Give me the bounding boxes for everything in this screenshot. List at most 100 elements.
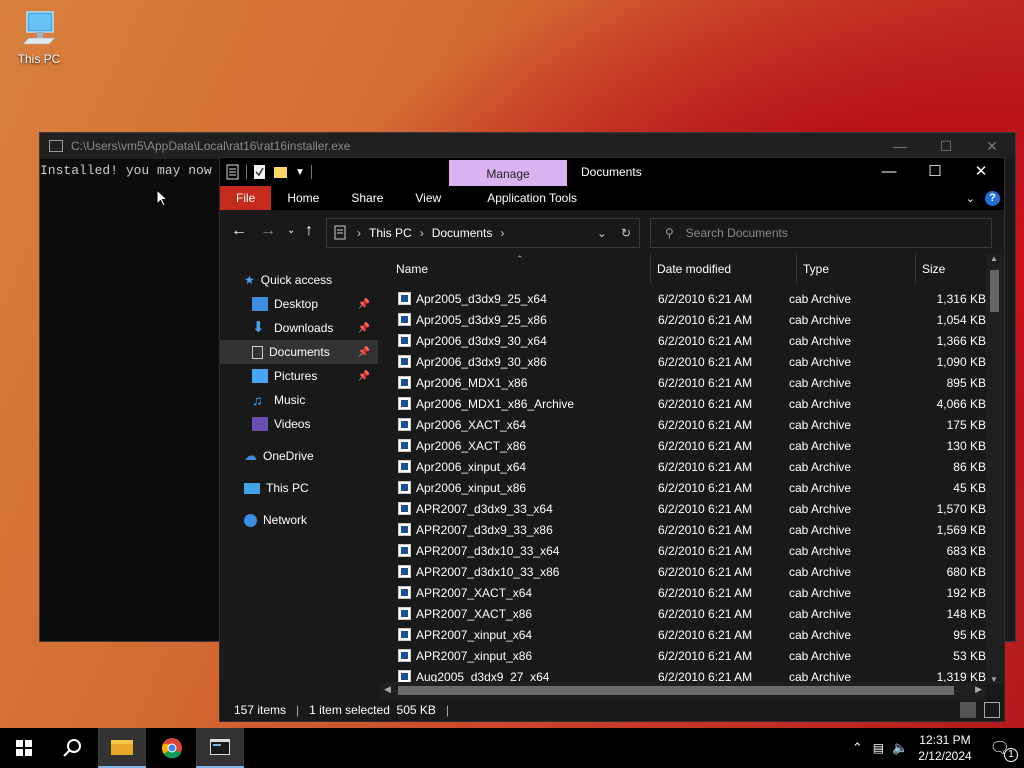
address-row: ← → ⌄ ↑ › This PC › Documents › ⌄ ↻ ⚲ Se…	[220, 210, 1004, 254]
new-folder-icon[interactable]	[273, 164, 289, 180]
cab-archive-icon	[398, 334, 411, 347]
vertical-scrollbar[interactable]: ▲ ▼	[986, 254, 1003, 684]
column-header-name[interactable]: Name ⌃	[380, 254, 651, 284]
nav-music[interactable]: ♫ Music	[220, 388, 378, 412]
nav-desktop[interactable]: Desktop 📌	[220, 292, 378, 316]
nav-downloads[interactable]: ⬇ Downloads 📌	[220, 316, 378, 340]
breadcrumb-documents[interactable]: Documents	[432, 226, 493, 240]
file-name: Apr2006_MDX1_x86	[416, 375, 528, 390]
show-hidden-icons-icon[interactable]: ⌃	[852, 740, 863, 756]
table-row[interactable]: APR2007_d3dx9_33_x64 6/2/2010 6:21 AM cab …	[380, 498, 986, 519]
column-header-type[interactable]: Type	[797, 254, 916, 284]
tab-share[interactable]: Share	[335, 186, 399, 210]
checkmark-doc-icon[interactable]	[253, 164, 267, 180]
minimize-icon[interactable]: —	[877, 138, 923, 154]
horizontal-scrollbar[interactable]: ◀ ▶	[380, 682, 986, 699]
notification-center-icon[interactable]: 🗨 1	[990, 738, 1018, 762]
nav-quick-access[interactable]: ★ Quick access	[220, 268, 378, 292]
file-type: cab Archive	[789, 501, 852, 516]
nav-onedrive[interactable]: ☁ OneDrive	[220, 444, 378, 468]
taskbar-file-explorer[interactable]	[98, 728, 146, 768]
back-arrow-icon[interactable]: ←	[231, 222, 247, 240]
console-titlebar[interactable]: C:\Users\vm5\AppData\Local\rat16\rat16in…	[40, 133, 1015, 159]
cab-archive-icon	[398, 313, 411, 326]
recent-locations-icon[interactable]: ⌄	[287, 225, 295, 236]
nav-documents[interactable]: Documents 📌	[220, 340, 378, 364]
qat-dropdown-icon[interactable]: ▼	[295, 167, 305, 178]
close-icon[interactable]: ✕	[969, 138, 1015, 155]
tab-file[interactable]: File	[220, 186, 272, 210]
table-row[interactable]: Apr2006_MDX1_x86 6/2/2010 6:21 AM cab Arch…	[380, 372, 986, 393]
taskbar-chrome[interactable]	[148, 728, 196, 768]
table-row[interactable]: Apr2005_d3dx9_25_x86 6/2/2010 6:21 AM cab …	[380, 309, 986, 330]
tab-application-tools[interactable]: Application Tools	[471, 186, 593, 210]
large-icons-view-icon[interactable]	[984, 702, 1000, 718]
table-row[interactable]: Apr2006_d3dx9_30_x64 6/2/2010 6:21 AM cab …	[380, 330, 986, 351]
nav-label: This PC	[266, 481, 309, 495]
nav-videos[interactable]: Videos	[220, 412, 378, 436]
breadcrumb-this-pc[interactable]: This PC	[369, 226, 412, 240]
column-header-size[interactable]: Size	[916, 254, 986, 284]
explorer-titlebar[interactable]: ▼ Manage Documents — ☐ ✕	[220, 158, 1004, 188]
table-row[interactable]: APR2007_d3dx9_33_x86 6/2/2010 6:21 AM cab …	[380, 519, 986, 540]
desktop-icon-this-pc[interactable]: This PC	[12, 8, 66, 66]
explorer-window[interactable]: ▼ Manage Documents — ☐ ✕ File Home Share…	[219, 157, 1005, 722]
clock-date: 2/12/2024	[918, 749, 972, 763]
close-icon[interactable]: ✕	[958, 158, 1004, 186]
network-status-icon[interactable]: ▤	[873, 741, 884, 755]
nav-network[interactable]: Network	[220, 508, 378, 532]
table-row[interactable]: APR2007_XACT_x64 6/2/2010 6:21 AM cab Arch…	[380, 582, 986, 603]
file-name-cell: APR2007_XACT_x64	[380, 586, 640, 600]
taskbar-console[interactable]	[196, 728, 244, 768]
scroll-up-icon[interactable]: ▲	[990, 254, 998, 263]
search-button[interactable]	[48, 728, 96, 768]
table-row[interactable]: APR2007_xinput_x86 6/2/2010 6:21 AM cab Ar…	[380, 645, 986, 666]
table-row[interactable]: Apr2005_d3dx9_25_x64 6/2/2010 6:21 AM cab …	[380, 288, 986, 309]
start-button[interactable]	[0, 728, 48, 768]
refresh-icon[interactable]: ↻	[621, 226, 631, 240]
table-row[interactable]: Apr2006_d3dx9_30_x86 6/2/2010 6:21 AM cab …	[380, 351, 986, 372]
nav-this-pc[interactable]: This PC	[220, 476, 378, 500]
nav-pictures[interactable]: Pictures 📌	[220, 364, 378, 388]
tab-manage[interactable]: Manage	[449, 160, 567, 188]
maximize-icon[interactable]: ☐	[912, 158, 958, 186]
table-row[interactable]: APR2007_d3dx10_33_x64 6/2/2010 6:21 AM cab…	[380, 540, 986, 561]
file-size: 192 KB	[946, 585, 986, 600]
scroll-thumb[interactable]	[990, 270, 999, 312]
details-view-icon[interactable]	[960, 702, 976, 718]
table-row[interactable]: APR2007_d3dx10_33_x86 6/2/2010 6:21 AM cab…	[380, 561, 986, 582]
maximize-icon[interactable]: ☐	[923, 138, 969, 155]
column-header-date[interactable]: Date modified	[651, 254, 797, 284]
scroll-right-icon[interactable]: ▶	[975, 684, 982, 695]
table-row[interactable]: Apr2006_MDX1_x86_Archive 6/2/2010 6:21 AM…	[380, 393, 986, 414]
scroll-left-icon[interactable]: ◀	[384, 684, 391, 695]
clock[interactable]: 12:31 PM 2/12/2024	[918, 732, 971, 764]
minimize-icon[interactable]: —	[866, 158, 912, 186]
tab-home[interactable]: Home	[271, 186, 335, 210]
table-row[interactable]: APR2007_XACT_x86 6/2/2010 6:21 AM cab Arch…	[380, 603, 986, 624]
chevron-down-icon[interactable]: ⌄	[597, 226, 607, 240]
table-row[interactable]: APR2007_xinput_x64 6/2/2010 6:21 AM cab Ar…	[380, 624, 986, 645]
file-date: 6/2/2010 6:21 AM	[658, 564, 753, 579]
ribbon-expand-icon[interactable]: ⌄	[966, 192, 975, 205]
nav-label: Pictures	[274, 369, 318, 383]
table-row[interactable]: Apr2006_XACT_x64 6/2/2010 6:21 AM cab Arch…	[380, 414, 986, 435]
search-input[interactable]: ⚲ Search Documents	[650, 218, 992, 248]
table-row[interactable]: Apr2006_xinput_x86 6/2/2010 6:21 AM cab Ar…	[380, 477, 986, 498]
tab-view[interactable]: View	[399, 186, 457, 210]
table-row[interactable]: Apr2006_XACT_x86 6/2/2010 6:21 AM cab Arch…	[380, 435, 986, 456]
properties-icon[interactable]	[226, 164, 240, 180]
file-size: 895 KB	[946, 375, 986, 390]
scroll-down-icon[interactable]: ▼	[990, 675, 998, 684]
scroll-thumb[interactable]	[398, 686, 954, 695]
pin-icon: 📌	[357, 298, 370, 310]
volume-muted-icon[interactable]: 🔈	[892, 740, 908, 756]
up-arrow-icon[interactable]: ↑	[305, 222, 313, 240]
file-date: 6/2/2010 6:21 AM	[658, 627, 753, 642]
file-name-cell: Apr2005_d3dx9_25_x64	[380, 292, 640, 306]
table-row[interactable]: Aug2005_d3dx9_27_x64 6/2/2010 6:21 AM cab …	[380, 666, 986, 682]
help-icon[interactable]: ?	[985, 190, 1000, 206]
forward-arrow-icon[interactable]: →	[260, 222, 276, 240]
table-row[interactable]: Apr2006_xinput_x64 6/2/2010 6:21 AM cab Ar…	[380, 456, 986, 477]
address-bar[interactable]: › This PC › Documents › ⌄ ↻	[326, 218, 640, 248]
